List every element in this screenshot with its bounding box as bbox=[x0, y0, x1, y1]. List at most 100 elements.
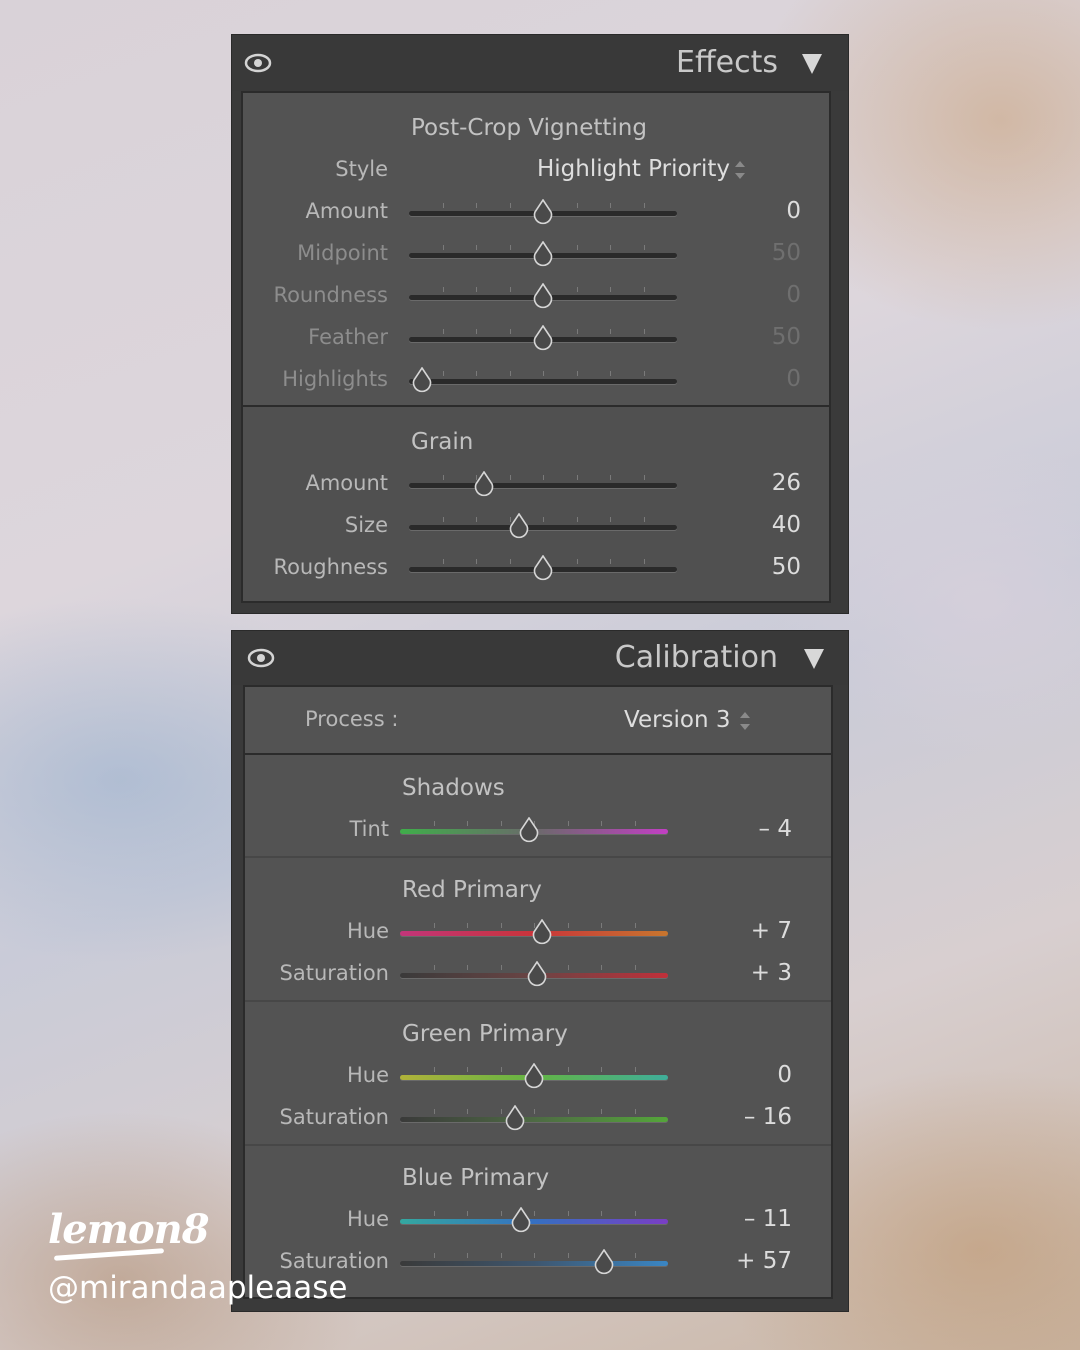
slider-tick bbox=[610, 203, 611, 208]
style-select-value[interactable]: Highlight Priority bbox=[537, 156, 730, 182]
slider-thumb-icon[interactable] bbox=[532, 198, 554, 225]
slider-thumb-icon[interactable] bbox=[518, 816, 540, 843]
style-label: Style bbox=[335, 157, 388, 181]
slider-value[interactable]: – 11 bbox=[712, 1206, 792, 1232]
slider-value[interactable]: 0 bbox=[712, 1062, 792, 1088]
slider[interactable] bbox=[409, 366, 677, 393]
slider-value[interactable]: + 57 bbox=[712, 1248, 792, 1274]
slider-value[interactable]: 50 bbox=[721, 554, 801, 580]
slider-value[interactable]: 0 bbox=[721, 366, 801, 392]
eye-icon[interactable] bbox=[244, 52, 272, 74]
slider-tick bbox=[634, 821, 636, 826]
slider[interactable] bbox=[409, 198, 677, 225]
effects-content-box: Post-Crop Vignetting Style Highlight Pri… bbox=[241, 91, 831, 603]
slider-value[interactable]: 0 bbox=[721, 198, 801, 224]
slider-label: Amount bbox=[305, 199, 388, 223]
slider-tick bbox=[509, 371, 511, 376]
slider-label: Size bbox=[344, 513, 388, 537]
effects-panel: Effects Post-Crop Vignetting Style Highl… bbox=[232, 35, 848, 613]
slider-tick bbox=[643, 475, 645, 480]
slider[interactable] bbox=[409, 554, 677, 581]
slider-label: Saturation bbox=[279, 1105, 389, 1129]
slider[interactable] bbox=[409, 324, 677, 351]
slider[interactable] bbox=[409, 282, 677, 309]
slider-track[interactable] bbox=[400, 1219, 668, 1224]
eye-icon[interactable] bbox=[247, 647, 275, 669]
slider-tick bbox=[576, 371, 578, 376]
slider-tick bbox=[509, 203, 511, 208]
slider-track[interactable] bbox=[409, 525, 677, 530]
slider-tick bbox=[433, 1109, 435, 1114]
slider[interactable] bbox=[400, 1104, 668, 1131]
slider-tick bbox=[610, 287, 611, 292]
slider-tick bbox=[500, 923, 502, 928]
slider-thumb-icon[interactable] bbox=[532, 282, 554, 309]
collapse-triangle-icon[interactable] bbox=[804, 649, 824, 669]
slider-thumb-icon[interactable] bbox=[532, 324, 554, 351]
slider[interactable] bbox=[400, 1062, 668, 1089]
slider-value[interactable]: – 16 bbox=[712, 1104, 792, 1130]
slider-tick bbox=[500, 821, 502, 826]
slider-tick bbox=[467, 1109, 468, 1114]
slider-tick bbox=[509, 245, 511, 250]
slider-value[interactable]: 40 bbox=[721, 512, 801, 538]
slider-value[interactable]: 0 bbox=[721, 282, 801, 308]
process-box: Process : Version 3 bbox=[243, 685, 833, 755]
slider-tick bbox=[442, 475, 444, 480]
slider-tick bbox=[500, 965, 502, 970]
slider-label: Highlights bbox=[282, 367, 388, 391]
slider-track[interactable] bbox=[400, 1261, 668, 1266]
calibration-group: Green Primary Hue 0 Saturation – 16 bbox=[245, 1000, 831, 1143]
section-divider bbox=[245, 1000, 831, 1002]
slider-thumb-icon[interactable] bbox=[531, 918, 553, 945]
slider[interactable] bbox=[400, 918, 668, 945]
slider-tick bbox=[500, 1067, 502, 1072]
slider[interactable] bbox=[400, 1248, 668, 1275]
select-arrows-icon[interactable] bbox=[734, 161, 746, 179]
slider-tick bbox=[610, 329, 611, 334]
slider-tick bbox=[567, 1109, 569, 1114]
slider-value[interactable]: + 7 bbox=[712, 918, 792, 944]
slider-tick bbox=[610, 371, 611, 376]
slider-thumb-icon[interactable] bbox=[411, 366, 433, 393]
slider-track[interactable] bbox=[409, 379, 677, 384]
slider-value[interactable]: – 4 bbox=[712, 816, 792, 842]
slider-thumb-icon[interactable] bbox=[532, 240, 554, 267]
process-select-value[interactable]: Version 3 bbox=[624, 707, 731, 733]
slider-thumb-icon[interactable] bbox=[504, 1104, 526, 1131]
slider-value[interactable]: 50 bbox=[721, 324, 801, 350]
slider-value[interactable]: + 3 bbox=[712, 960, 792, 986]
slider-tick bbox=[433, 965, 435, 970]
slider-tick bbox=[467, 1211, 468, 1216]
slider-tick bbox=[643, 329, 645, 334]
slider-thumb-icon[interactable] bbox=[523, 1062, 545, 1089]
slider[interactable] bbox=[409, 470, 677, 497]
slider-tick bbox=[543, 475, 544, 480]
slider-value[interactable]: 50 bbox=[721, 240, 801, 266]
calibration-panel-header[interactable]: Calibration bbox=[232, 631, 848, 685]
slider-tick bbox=[534, 1253, 535, 1258]
slider[interactable] bbox=[400, 960, 668, 987]
slider-track[interactable] bbox=[400, 1117, 668, 1122]
slider[interactable] bbox=[409, 512, 677, 539]
collapse-triangle-icon[interactable] bbox=[802, 54, 822, 74]
slider-label: Tint bbox=[349, 817, 389, 841]
slider-thumb-icon[interactable] bbox=[593, 1248, 615, 1275]
slider-thumb-icon[interactable] bbox=[473, 470, 495, 497]
slider-value[interactable]: 26 bbox=[721, 470, 801, 496]
slider-track[interactable] bbox=[409, 483, 677, 488]
slider[interactable] bbox=[400, 816, 668, 843]
grain-section: Grain Amount 26 Size 40 Roughness 50 bbox=[243, 407, 829, 601]
select-arrows-icon[interactable] bbox=[739, 712, 751, 730]
slider[interactable] bbox=[409, 240, 677, 267]
effects-panel-header[interactable]: Effects bbox=[232, 35, 848, 91]
lemon8-logo: lemon8 bbox=[48, 1206, 210, 1253]
slider-thumb-icon[interactable] bbox=[510, 1206, 532, 1233]
slider-label: Saturation bbox=[279, 961, 389, 985]
slider-thumb-icon[interactable] bbox=[526, 960, 548, 987]
slider-tick bbox=[601, 821, 602, 826]
slider-tick bbox=[601, 1211, 602, 1216]
slider-thumb-icon[interactable] bbox=[532, 554, 554, 581]
slider[interactable] bbox=[400, 1206, 668, 1233]
slider-thumb-icon[interactable] bbox=[508, 512, 530, 539]
